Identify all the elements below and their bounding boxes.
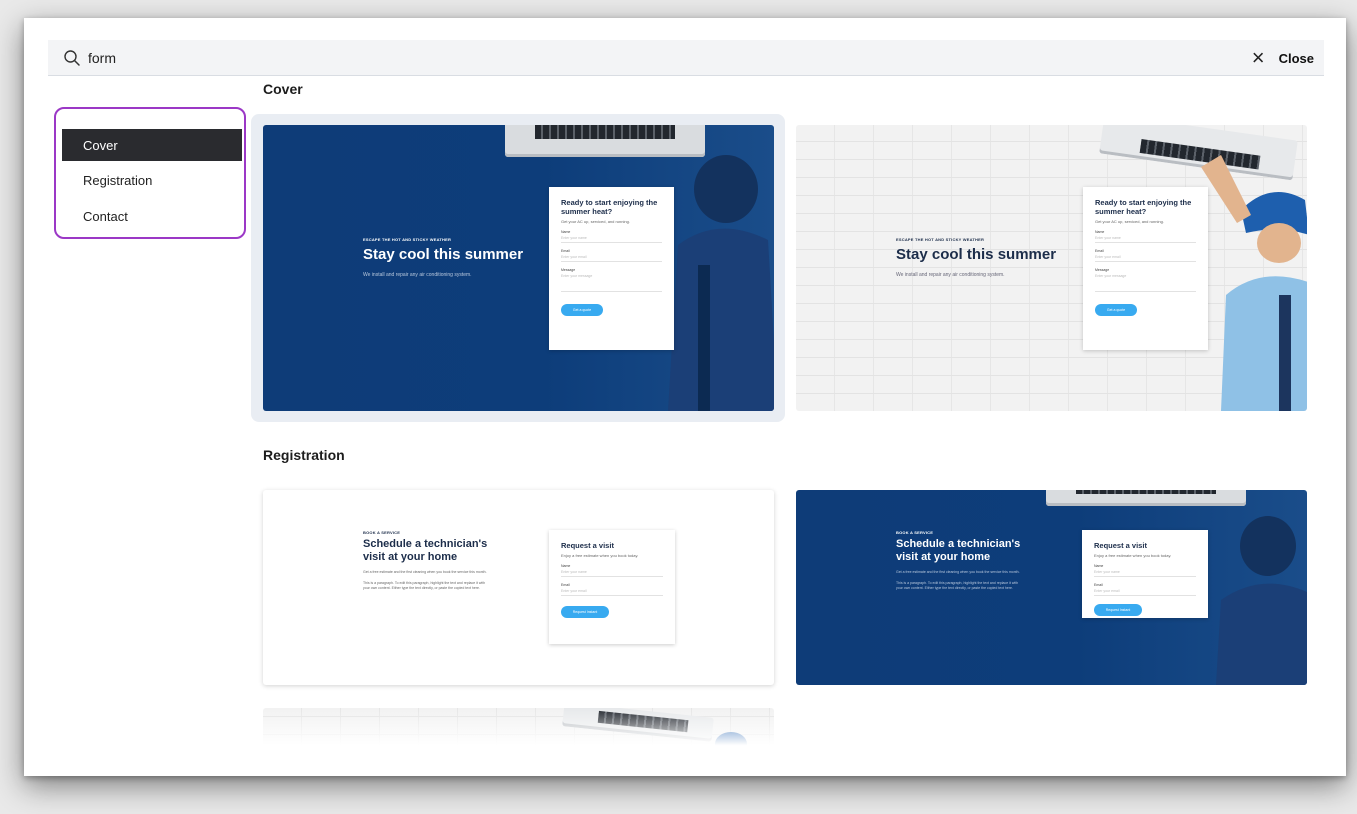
ac-unit-image — [1046, 490, 1246, 506]
field-placeholder: Enter your email — [561, 253, 662, 262]
hero-paragraph: This is a paragraph. To edit this paragr… — [896, 581, 1019, 590]
close-button[interactable]: × Close — [1252, 46, 1314, 70]
hero-text: Get a free estimate and the first cleani… — [363, 570, 487, 574]
sidebar-item-label: Registration — [83, 172, 153, 188]
form-subtitle: Get your AC up, serviced, and running. — [561, 219, 630, 224]
quote-form-preview: Ready to start enjoying the summer heat?… — [549, 187, 674, 350]
template-picker-dialog: × Close Cover Registration Contact Cover… — [24, 18, 1346, 776]
field-placeholder: Enter your email — [561, 587, 663, 596]
visit-form-preview: Request a visit Enjoy a free estimate wh… — [549, 530, 675, 644]
field-placeholder: Enter your email — [1095, 253, 1196, 262]
search-input[interactable] — [88, 46, 488, 70]
hero-title: Stay cool this summer — [896, 246, 1057, 263]
close-icon: × — [1251, 45, 1265, 70]
scroll-fade — [24, 708, 1346, 776]
form-subtitle: Get your AC up, serviced, and running. — [1095, 219, 1164, 224]
hero-text-block: ESCAPE THE HOT AND STICKY WEATHER Stay c… — [363, 237, 533, 278]
form-button: Request Instant — [561, 606, 609, 618]
form-title: Ready to start enjoying the summer heat? — [1095, 198, 1192, 216]
hero-text: We install and repair any air conditioni… — [896, 272, 1005, 278]
eyebrow: ESCAPE THE HOT AND STICKY WEATHER — [363, 237, 452, 242]
form-button: Get a quote — [1095, 304, 1137, 316]
hero-text-block: BOOK A SERVICE Schedule a technician's v… — [363, 530, 493, 591]
quote-form-preview: Ready to start enjoying the summer heat?… — [1083, 187, 1208, 350]
form-title: Request a visit — [561, 541, 614, 550]
sidebar-item-cover[interactable]: Cover — [62, 129, 242, 161]
ac-vent — [535, 125, 675, 139]
field-placeholder: Enter your message — [561, 272, 662, 292]
form-title: Request a visit — [1094, 541, 1147, 550]
hero-text: Get a free estimate and the first cleani… — [896, 570, 1020, 574]
sidebar-item-label: Cover — [83, 137, 118, 153]
hero-title: Schedule a technician's visit at your ho… — [363, 538, 488, 563]
visit-form-preview: Request a visit Enjoy a free estimate wh… — [1082, 530, 1208, 618]
hero-text-block: BOOK A SERVICE Schedule a technician's v… — [896, 530, 1026, 591]
registration-template-card-blue[interactable]: BOOK A SERVICE Schedule a technician's v… — [796, 490, 1307, 685]
close-label: Close — [1278, 50, 1314, 66]
field-placeholder: Enter your message — [1095, 272, 1196, 292]
field-placeholder: Enter your name — [561, 568, 663, 577]
sidebar-item-contact[interactable]: Contact — [62, 200, 242, 232]
field-placeholder: Enter your email — [1094, 587, 1196, 596]
form-subtitle: Enjoy a free estimate when you book toda… — [561, 553, 639, 558]
technician-image — [668, 155, 774, 411]
form-button: Get a quote — [561, 304, 603, 316]
eyebrow: BOOK A SERVICE — [363, 530, 401, 535]
field-placeholder: Enter your name — [1095, 234, 1196, 243]
hero-paragraph: This is a paragraph. To edit this paragr… — [363, 581, 486, 590]
sidebar-item-registration[interactable]: Registration — [62, 164, 242, 196]
cover-template-card-blue[interactable]: ESCAPE THE HOT AND STICKY WEATHER Stay c… — [263, 125, 774, 411]
hero-text-block: ESCAPE THE HOT AND STICKY WEATHER Stay c… — [896, 237, 1066, 278]
section-title-registration: Registration — [263, 447, 345, 463]
field-placeholder: Enter your name — [1094, 568, 1196, 577]
form-title: Ready to start enjoying the summer heat? — [561, 198, 658, 216]
ac-vent — [1076, 490, 1216, 494]
eyebrow: ESCAPE THE HOT AND STICKY WEATHER — [896, 237, 985, 242]
registration-template-card-white[interactable]: BOOK A SERVICE Schedule a technician's v… — [263, 490, 774, 685]
section-title-cover: Cover — [263, 81, 303, 97]
sidebar-item-label: Contact — [83, 208, 128, 224]
search-bar: × Close — [48, 40, 1324, 76]
technician-image — [1216, 516, 1307, 685]
form-button: Request Instant — [1094, 604, 1142, 616]
field-placeholder: Enter your name — [561, 234, 662, 243]
eyebrow: BOOK A SERVICE — [896, 530, 934, 535]
technician-image — [1201, 155, 1307, 411]
search-icon — [64, 50, 80, 66]
cover-template-card-light[interactable]: ESCAPE THE HOT AND STICKY WEATHER Stay c… — [796, 125, 1307, 411]
form-subtitle: Enjoy a free estimate when you book toda… — [1094, 553, 1172, 558]
hero-text: We install and repair any air conditioni… — [363, 272, 472, 278]
hero-title: Schedule a technician's visit at your ho… — [896, 538, 1021, 563]
hero-title: Stay cool this summer — [363, 246, 524, 263]
